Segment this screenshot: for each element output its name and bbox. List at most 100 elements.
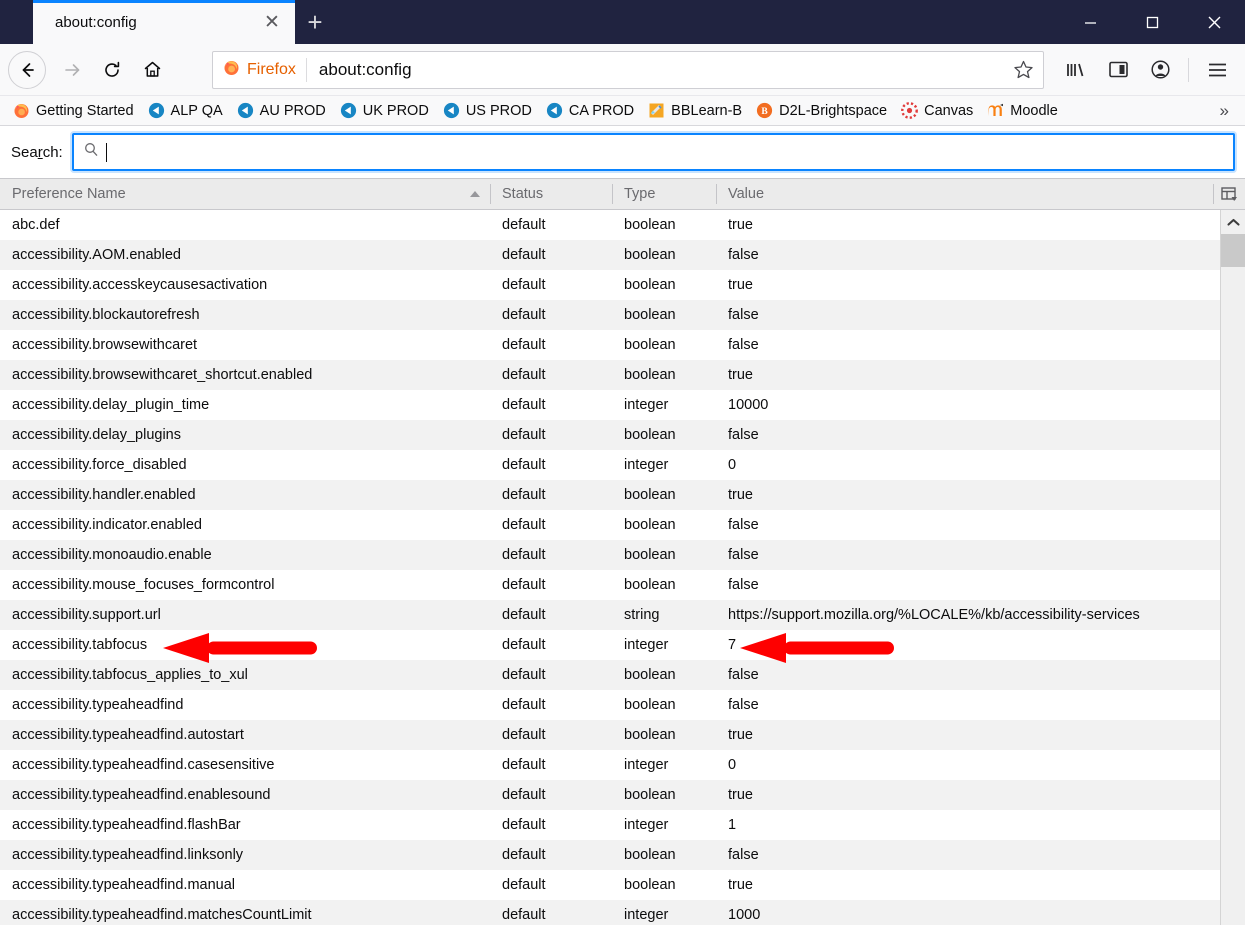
bookmark-item[interactable]: Moodle <box>980 100 1065 121</box>
url-text[interactable]: about:config <box>307 60 1009 80</box>
cell-status: default <box>502 847 546 863</box>
navigation-toolbar: Firefox about:config <box>0 44 1245 96</box>
cell-value: false <box>728 427 759 443</box>
bookmark-item[interactable]: UK PROD <box>333 100 436 121</box>
bookmark-item[interactable]: AU PROD <box>230 100 333 121</box>
identity-box[interactable]: Firefox <box>223 57 307 82</box>
cell-type: integer <box>624 457 669 473</box>
table-row[interactable]: accessibility.typeaheadfind.linksonly def… <box>0 840 1245 870</box>
maximize-button[interactable] <box>1121 0 1183 44</box>
bookmark-label: US PROD <box>465 102 532 119</box>
table-row[interactable]: accessibility.delay_plugin_time default in… <box>0 390 1245 420</box>
table-row[interactable]: accessibility.indicator.enabled default bo… <box>0 510 1245 540</box>
toolbar-icon-group <box>1056 50 1237 90</box>
cell-type: boolean <box>624 487 676 503</box>
bookmark-item[interactable]: ALP QA <box>141 100 230 121</box>
home-button[interactable] <box>132 50 172 90</box>
cell-type: boolean <box>624 577 676 593</box>
bookmark-label: D2L-Brightspace <box>779 102 888 119</box>
table-row[interactable]: accessibility.support.url default string ht… <box>0 600 1245 630</box>
cell-type: integer <box>624 817 669 833</box>
bookmark-item[interactable]: US PROD <box>436 100 539 121</box>
blackboard-icon <box>237 102 254 119</box>
table-row[interactable]: accessibility.accesskeycausesactivation d… <box>0 270 1245 300</box>
table-row[interactable]: accessibility.typeaheadfind.casesensitiv… <box>0 750 1245 780</box>
bookmark-item[interactable]: CA PROD <box>539 100 641 121</box>
table-row[interactable]: accessibility.blockautorefresh default boo… <box>0 300 1245 330</box>
new-tab-button[interactable]: + <box>295 0 335 44</box>
table-row[interactable]: accessibility.typeaheadfind default boolea… <box>0 690 1245 720</box>
table-row[interactable]: accessibility.AOM.enabled default boolean f… <box>0 240 1245 270</box>
cell-status: default <box>502 337 546 353</box>
cell-preference-name: accessibility.tabfocus <box>12 637 148 653</box>
bookmark-item[interactable]: BBLearn-B <box>641 100 749 121</box>
table-row[interactable]: accessibility.typeaheadfind.manual defaul… <box>0 870 1245 900</box>
table-row[interactable]: abc.def default boolean true <box>0 210 1245 240</box>
cell-value: 1000 <box>728 907 761 923</box>
cell-status: default <box>502 487 546 503</box>
bookmark-item[interactable]: Getting Started <box>6 100 141 121</box>
firefox-icon <box>223 59 240 81</box>
scroll-up-arrow-icon[interactable] <box>1221 210 1245 234</box>
close-tab-icon[interactable]: ✕ <box>259 9 285 35</box>
minimize-button[interactable] <box>1059 0 1121 44</box>
column-picker-icon[interactable] <box>1213 179 1245 209</box>
cell-type: boolean <box>624 667 676 683</box>
bookmark-item[interactable]: Canvas <box>894 100 980 121</box>
bookmarks-overflow-icon[interactable]: » <box>1210 101 1239 121</box>
column-header-status[interactable]: Status <box>490 179 612 209</box>
column-header-preference-name[interactable]: Preference Name <box>0 179 490 209</box>
cell-value: false <box>728 847 759 863</box>
table-body: abc.def default boolean true accessibility.A… <box>0 210 1245 925</box>
sort-ascending-icon <box>470 191 480 197</box>
table-row[interactable]: accessibility.tabfocus_applies_to_xul def… <box>0 660 1245 690</box>
cell-preference-name: accessibility.browsewithcaret_shortcut.e… <box>12 367 313 383</box>
back-button[interactable] <box>8 50 46 89</box>
cell-value: true <box>728 367 753 383</box>
firefox-icon <box>13 102 30 119</box>
reload-button[interactable] <box>92 50 132 90</box>
table-row[interactable]: accessibility.typeaheadfind.flashBar defa… <box>0 810 1245 840</box>
cell-status: default <box>502 217 546 233</box>
cell-status: default <box>502 697 546 713</box>
url-bar[interactable]: Firefox about:config <box>212 50 1044 89</box>
bookmark-item[interactable]: B D2L-Brightspace <box>749 100 894 121</box>
vertical-scrollbar[interactable] <box>1220 210 1245 925</box>
bookmark-star-icon[interactable] <box>1009 56 1037 84</box>
account-icon[interactable] <box>1140 50 1180 90</box>
sidebar-icon[interactable] <box>1098 50 1138 90</box>
cell-preference-name: accessibility.handler.enabled <box>12 487 196 503</box>
table-row[interactable]: accessibility.handler.enabled default bool… <box>0 480 1245 510</box>
cell-value: false <box>728 667 759 683</box>
table-row[interactable]: accessibility.typeaheadfind.matchesCount… <box>0 900 1245 925</box>
table-row[interactable]: accessibility.delay_plugins default boolea… <box>0 420 1245 450</box>
menu-icon[interactable] <box>1197 50 1237 90</box>
tab-bar: about:config ✕ + <box>0 0 1245 44</box>
search-input[interactable] <box>71 133 1235 171</box>
cell-preference-name: accessibility.accesskeycausesactivation <box>12 277 268 293</box>
browser-tab[interactable]: about:config ✕ <box>33 0 295 44</box>
cell-status: default <box>502 277 546 293</box>
scrollbar-thumb[interactable] <box>1221 234 1245 267</box>
blackboard-icon <box>340 102 357 119</box>
cell-preference-name: accessibility.typeaheadfind <box>12 697 184 713</box>
library-icon[interactable] <box>1056 50 1096 90</box>
blackboard-icon <box>148 102 165 119</box>
cell-preference-name: accessibility.support.url <box>12 607 161 623</box>
table-row[interactable]: accessibility.typeaheadfind.enablesound d… <box>0 780 1245 810</box>
preferences-table: Preference Name Status Type Value abc.de… <box>0 178 1245 925</box>
cell-status: default <box>502 907 546 923</box>
close-button[interactable] <box>1183 0 1245 44</box>
toolbar-separator <box>1188 57 1189 82</box>
table-row[interactable]: accessibility.browsewithcaret_shortcut.e… <box>0 360 1245 390</box>
table-row[interactable]: accessibility.monoaudio.enable default boo… <box>0 540 1245 570</box>
table-row[interactable]: accessibility.typeaheadfind.autostart def… <box>0 720 1245 750</box>
table-row[interactable]: accessibility.browsewithcaret default bool… <box>0 330 1245 360</box>
cell-type: boolean <box>624 517 676 533</box>
cell-preference-name: accessibility.typeaheadfind.flashBar <box>12 817 241 833</box>
column-header-value[interactable]: Value <box>716 179 1213 209</box>
table-row[interactable]: accessibility.mouse_focuses_formcontrol d… <box>0 570 1245 600</box>
table-row[interactable]: accessibility.tabfocus default integer 7 <box>0 630 1245 660</box>
column-header-type[interactable]: Type <box>612 179 716 209</box>
table-row[interactable]: accessibility.force_disabled default integ… <box>0 450 1245 480</box>
